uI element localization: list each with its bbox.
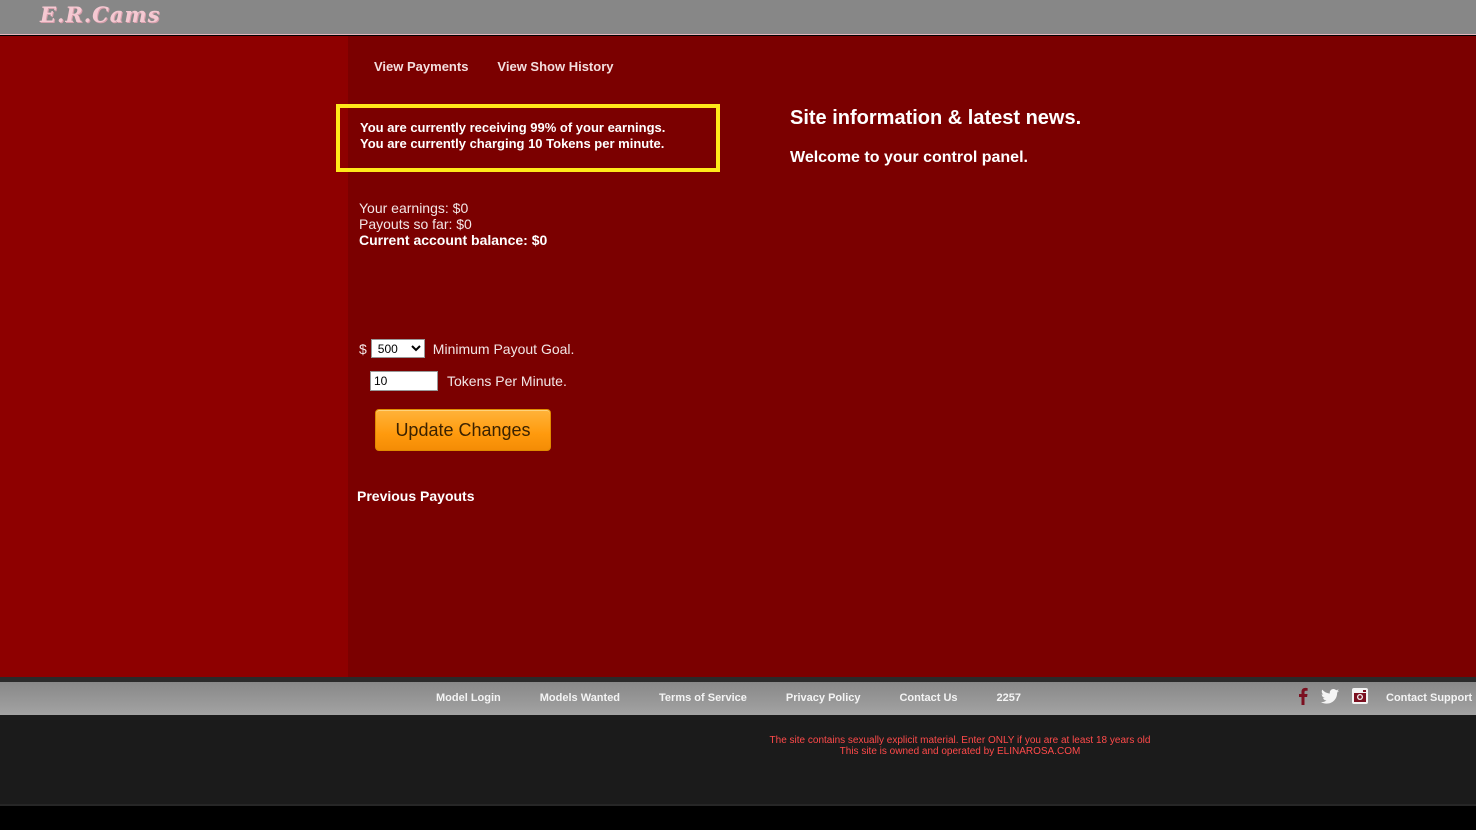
account-balance: Current account balance: $0 xyxy=(359,232,548,248)
ownership-notice: This site is owned and operated by ELINA… xyxy=(839,746,1081,757)
tokens-per-minute-label: Tokens Per Minute. xyxy=(447,373,567,389)
token-rate-notice: You are currently charging 10 Tokens per… xyxy=(360,136,665,151)
footer-link-contact-us[interactable]: Contact Us xyxy=(899,692,957,704)
footer-link-models-wanted[interactable]: Models Wanted xyxy=(540,692,620,704)
footer-nav: Model Login Models Wanted Terms of Servi… xyxy=(0,682,1476,715)
twitter-icon[interactable] xyxy=(1321,688,1339,709)
welcome-message: Welcome to your control panel. xyxy=(790,149,1028,166)
earnings-percent-notice: You are currently receiving 99% of your … xyxy=(360,120,666,135)
social-icons xyxy=(1298,687,1368,710)
update-changes-button[interactable]: Update Changes xyxy=(375,409,551,451)
earnings-notice-box: You are currently receiving 99% of your … xyxy=(336,104,720,172)
site-header: E.R.Cams xyxy=(0,0,1476,35)
main-content: View Payments View Show History You are … xyxy=(336,36,1476,677)
your-earnings: Your earnings: $0 xyxy=(359,200,469,216)
account-nav: View Payments View Show History xyxy=(374,59,614,74)
news-title: Site information & latest news. xyxy=(790,107,1082,129)
view-payments-link[interactable]: View Payments xyxy=(374,59,468,74)
facebook-icon[interactable] xyxy=(1298,687,1308,710)
footer-bottom: The site contains sexually explicit mate… xyxy=(0,715,1476,806)
left-panel xyxy=(0,36,348,677)
min-payout-select[interactable]: 500 xyxy=(370,339,425,358)
footer-links: Model Login Models Wanted Terms of Servi… xyxy=(436,692,1060,704)
tokens-per-minute-row: Tokens Per Minute. xyxy=(370,371,567,391)
payouts-so-far: Payouts so far: $0 xyxy=(359,216,472,232)
contact-support-link[interactable]: Contact Support xyxy=(1386,692,1472,704)
min-payout-row: $ 500 Minimum Payout Goal. xyxy=(359,339,574,358)
footer-link-privacy[interactable]: Privacy Policy xyxy=(786,692,861,704)
instagram-icon[interactable] xyxy=(1352,688,1368,709)
min-payout-label: Minimum Payout Goal. xyxy=(432,340,575,357)
tokens-per-minute-input[interactable] xyxy=(370,371,438,391)
footer-link-model-login[interactable]: Model Login xyxy=(436,692,501,704)
footer-link-terms[interactable]: Terms of Service xyxy=(659,692,747,704)
account-summary: Your earnings: $0 Payouts so far: $0 Cur… xyxy=(359,200,547,248)
footer-link-2257[interactable]: 2257 xyxy=(997,692,1021,704)
disclaimer: The site contains sexually explicit mate… xyxy=(760,735,1160,757)
view-show-history-link[interactable]: View Show History xyxy=(497,59,613,74)
previous-payouts-heading: Previous Payouts xyxy=(357,488,475,504)
age-disclaimer: The site contains sexually explicit mate… xyxy=(769,735,1151,746)
currency-symbol: $ xyxy=(359,340,367,357)
site-logo[interactable]: E.R.Cams xyxy=(40,2,160,27)
